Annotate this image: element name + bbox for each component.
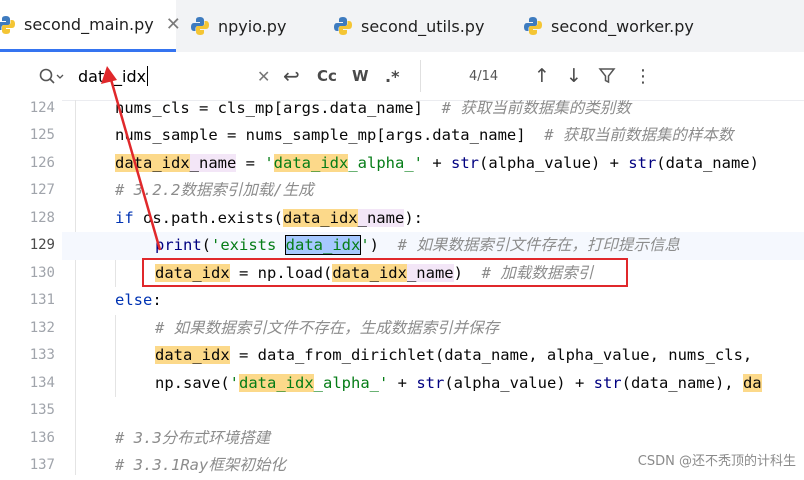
- watermark: CSDN @还不秃顶的计科生: [637, 454, 796, 469]
- annotation-arrow: [101, 66, 162, 251]
